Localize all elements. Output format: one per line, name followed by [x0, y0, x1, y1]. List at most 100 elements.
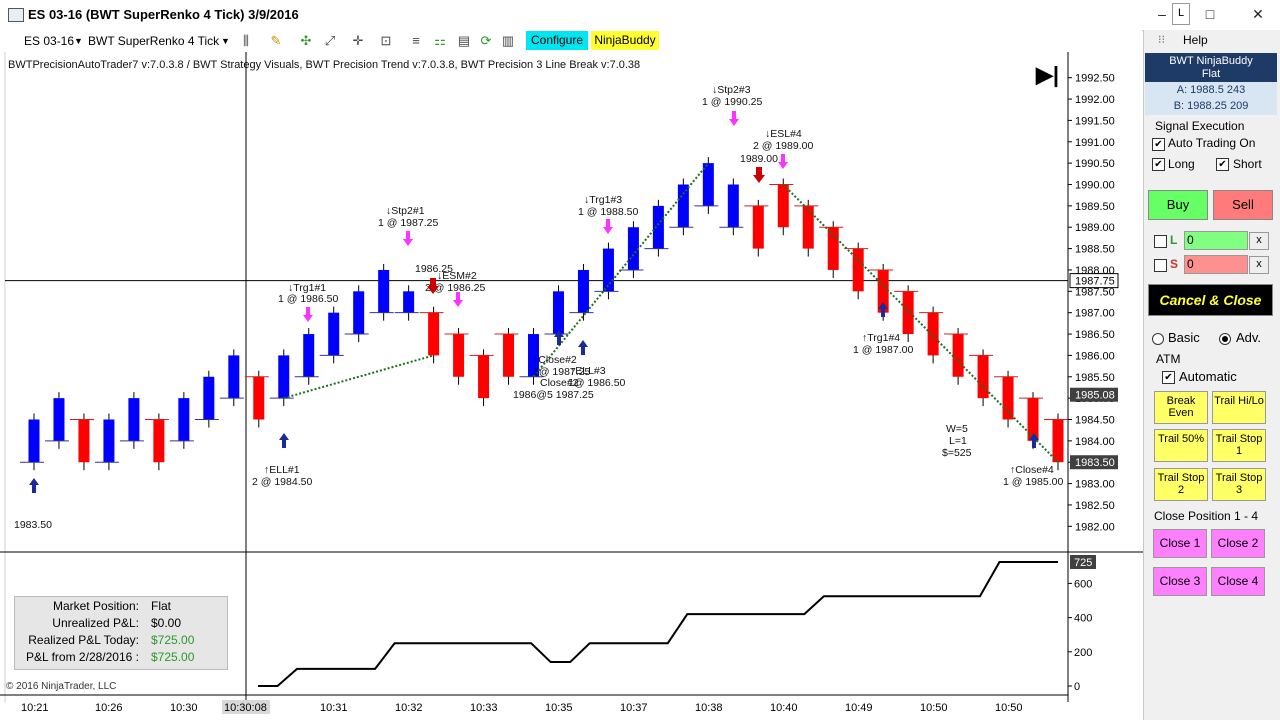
limit-long-input[interactable]: 0	[1184, 231, 1248, 250]
price-tick-label: 1989.50	[1075, 201, 1115, 213]
market-position-value: Flat	[151, 599, 172, 613]
limit-short-input[interactable]: 0	[1184, 255, 1248, 274]
dropdown-arrow-icon[interactable]: ▼	[74, 36, 83, 46]
indicators-icon[interactable]: ≡	[408, 33, 424, 49]
close-position-label: Close Position 1 - 4	[1154, 509, 1259, 523]
trade-annotation: 1 @ 1987.00	[853, 344, 913, 356]
short-label: Short	[1233, 157, 1262, 171]
maximize-button[interactable]: □	[1188, 0, 1232, 29]
account-title: BWT NinjaBuddy	[1169, 55, 1253, 67]
help-menu[interactable]: Help	[1183, 33, 1208, 47]
trade-annotation: $=525	[942, 447, 972, 459]
pnl-from-value: $725.00	[151, 650, 195, 664]
pencil-icon[interactable]: ✎	[268, 33, 284, 49]
pnl-tick-label: 400	[1074, 613, 1092, 625]
renko-brick	[977, 355, 989, 399]
close1-button[interactable]: Close 1	[1153, 529, 1207, 558]
automatic-checkbox[interactable]: ✔	[1162, 371, 1175, 384]
renko-brick	[353, 291, 365, 335]
adv-radio[interactable]	[1219, 333, 1231, 345]
adv-label: Adv.	[1236, 330, 1262, 345]
time-tick-label: 10:35	[545, 702, 573, 714]
renko-brick	[453, 334, 465, 377]
trail-stop3-button[interactable]: Trail Stop 3	[1212, 468, 1266, 501]
trail-stop1-button[interactable]: Trail Stop 1	[1212, 429, 1266, 462]
price-tick-label: 1986.00	[1075, 350, 1115, 362]
trade-annotation: 1 @ 1990.25	[702, 96, 762, 108]
trade-annotation: Close#2	[540, 377, 579, 389]
crosshair-icon[interactable]: ✛	[350, 33, 366, 49]
crosshair-time-label: 10:30:08	[224, 702, 267, 714]
atm-label: ATM	[1156, 352, 1181, 366]
limit-short-checkbox[interactable]	[1154, 259, 1167, 272]
renko-brick	[253, 376, 265, 420]
renko-brick	[428, 312, 440, 356]
trade-annotation: 1986@5 1987.25	[513, 389, 594, 401]
play-icon[interactable]: ▶|	[1036, 62, 1059, 88]
long-checkbox[interactable]: ✔	[1152, 158, 1165, 171]
time-tick-label: 10:40	[770, 702, 798, 714]
trade-annotation: 1 @ 1988.50	[578, 206, 638, 218]
renko-brick	[153, 419, 165, 463]
price-tick-label: 1991.00	[1075, 137, 1115, 149]
basic-radio[interactable]	[1152, 333, 1164, 345]
short-checkbox[interactable]: ✔	[1216, 158, 1229, 171]
trail-hilo-button[interactable]: Trail Hi/Lo	[1212, 391, 1266, 424]
pnl-tick-label: 0	[1074, 681, 1080, 693]
sell-button[interactable]: Sell	[1213, 190, 1273, 220]
ninjabuddy-button[interactable]: NinjaBuddy	[591, 31, 659, 50]
pnl-tick-label: 600	[1074, 578, 1092, 590]
price-marker-label: 1983.50	[1075, 457, 1115, 469]
limit-short-label: S	[1170, 257, 1179, 271]
renko-brick	[28, 419, 40, 463]
instrument-selector[interactable]: ES 03-16	[24, 34, 74, 48]
refresh-icon[interactable]: ⟳	[478, 33, 494, 49]
limit-long-checkbox[interactable]	[1154, 235, 1167, 248]
price-tick-label: 1983.00	[1075, 479, 1115, 491]
close4-button[interactable]: Close 4	[1211, 567, 1265, 596]
close3-button[interactable]: Close 3	[1153, 567, 1207, 596]
close-window-button[interactable]: ✕	[1236, 0, 1280, 29]
data-box-icon[interactable]: ▥	[500, 33, 516, 49]
pnl-summary-box: Market Position: Flat Unrealized P&L: $0…	[14, 596, 228, 670]
trade-annotation: 1983.50	[14, 519, 52, 531]
realized-value: $725.00	[151, 633, 195, 647]
price-tick-label: 1984.50	[1075, 415, 1115, 427]
price-tick-label: 1989.00	[1075, 222, 1115, 234]
renko-brick	[927, 312, 939, 356]
draw-tool-icon[interactable]: ✣	[298, 33, 314, 49]
price-tick-label: 1992.00	[1075, 94, 1115, 106]
break-even-button[interactable]: Break Even	[1154, 391, 1208, 424]
renko-brick	[403, 291, 415, 313]
price-tick-label: 1991.50	[1075, 115, 1115, 127]
trail-50-button[interactable]: Trail 50%	[1154, 429, 1208, 462]
trail-stop2-button[interactable]: Trail Stop 2	[1154, 468, 1208, 501]
ask-price: A: 1988.5 243	[1145, 82, 1277, 98]
trade-annotation: 1989.00	[740, 153, 778, 165]
basic-label: Basic	[1168, 330, 1200, 345]
cancel-and-close-button[interactable]: Cancel & Close	[1148, 284, 1273, 316]
time-tick-label: 10:33	[470, 702, 498, 714]
zoom-icon[interactable]: ⊡	[378, 33, 394, 49]
buy-button[interactable]: Buy	[1148, 190, 1208, 220]
close2-button[interactable]: Close 2	[1211, 529, 1265, 558]
time-tick-label: 10:38	[695, 702, 723, 714]
minimize-button[interactable]: –	[1140, 0, 1184, 29]
dropdown-arrow-icon[interactable]: ▼	[221, 36, 230, 46]
properties-icon[interactable]: ▤	[456, 33, 472, 49]
auto-trading-checkbox[interactable]: ✔	[1152, 138, 1165, 151]
crosshair-price-label: 1987.75	[1075, 276, 1115, 288]
trade-annotation: ↓Trg1#3	[584, 194, 622, 206]
bar-type-icon[interactable]: ⫼	[238, 33, 254, 49]
renko-brick	[752, 205, 764, 249]
limit-short-clear-button[interactable]: x	[1249, 256, 1269, 274]
trade-annotation: ↓ESL#4	[765, 128, 802, 140]
strategies-icon[interactable]: ⚏	[432, 33, 448, 49]
configure-button[interactable]: Configure	[526, 31, 588, 50]
price-tick-label: 1990.00	[1075, 180, 1115, 192]
price-marker-label: 1985.08	[1075, 390, 1115, 402]
copyright: © 2016 NinjaTrader, LLC	[6, 681, 117, 692]
period-selector[interactable]: BWT SuperRenko 4 Tick	[88, 34, 219, 48]
line-tool-icon[interactable]: ⤢	[322, 33, 338, 49]
limit-long-clear-button[interactable]: x	[1249, 232, 1269, 250]
